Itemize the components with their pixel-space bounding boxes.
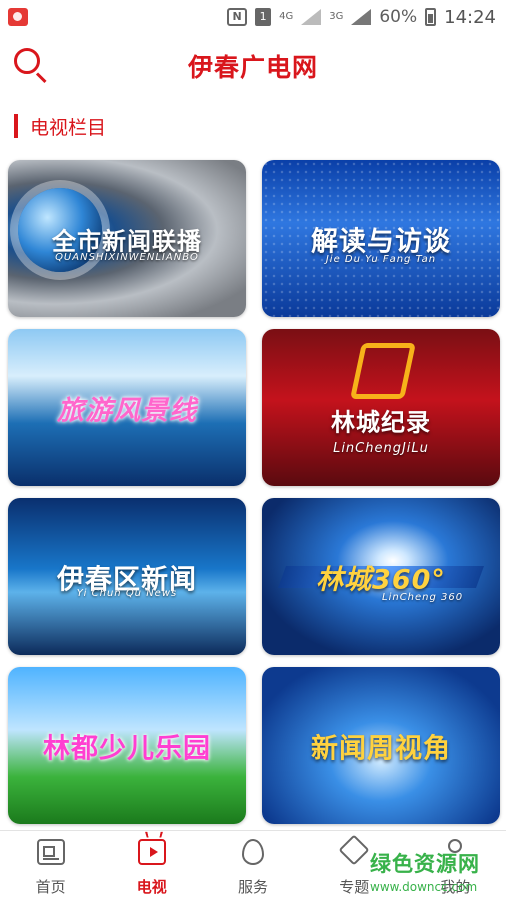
nav-home[interactable]: 首页 <box>0 831 101 900</box>
tv-icon <box>137 839 166 865</box>
home-icon <box>36 839 65 865</box>
page-title: 伊春广电网 <box>187 53 318 82</box>
program-subtitle: QUANSHIXINWENLIANBO <box>55 252 199 263</box>
battery-icon <box>425 8 437 26</box>
watermark: 绿色资源网 www.downcc.com <box>370 848 500 898</box>
status-bar: N 1 4G 3G 60% 14:24 <box>0 0 506 34</box>
program-title: 全市新闻联播 <box>52 227 202 255</box>
signal-icon-1 <box>301 9 322 25</box>
clock: 14:24 <box>444 6 496 28</box>
program-title: 林城360° <box>316 564 446 595</box>
program-card-xinwen-zhou-shijiao[interactable]: 新闻周视角 <box>262 667 500 824</box>
nav-service[interactable]: 服务 <box>202 831 303 900</box>
section-heading: 电视栏目 <box>14 112 106 140</box>
tag-icon <box>338 834 370 866</box>
nav-tv[interactable]: 电视 <box>101 831 202 900</box>
fire-icon <box>242 839 264 865</box>
program-card-lincheng-360[interactable]: 林城360° LinCheng 360 <box>262 498 500 655</box>
nav-label: 服务 <box>238 878 269 896</box>
watermark-title: 绿色资源网 <box>370 852 480 876</box>
program-subtitle: Yi Chun Qu News <box>76 588 178 599</box>
status-icons: N 1 4G 3G 60% 14:24 <box>227 6 496 28</box>
nfc-icon: N <box>227 8 248 26</box>
program-title: 林都少儿乐园 <box>43 733 211 764</box>
battery-percent: 60% <box>379 7 418 27</box>
signal-icon-2 <box>351 9 372 25</box>
section-accent-bar <box>14 114 18 138</box>
program-card-yichun-qu-xinwen[interactable]: 伊春区新闻 Yi Chun Qu News <box>8 498 246 655</box>
app-header: 伊春广电网 <box>0 34 506 98</box>
program-card-jiedu-fangtan[interactable]: 解读与访谈 Jie Du Yu Fang Tan <box>262 160 500 317</box>
program-title: 新闻周视角 <box>311 733 451 764</box>
program-title: 林城纪录 <box>331 408 431 437</box>
sim-icon: 1 <box>255 8 272 26</box>
app-notification-icon <box>8 8 28 26</box>
lc-logo-graphic <box>350 343 416 399</box>
program-title: 解读与访谈 <box>311 226 451 257</box>
watermark-url: www.downcc.com <box>370 880 478 894</box>
program-title: 旅游风景线 <box>57 395 197 426</box>
nav-label: 电视 <box>136 878 167 896</box>
program-card-quanshi-xinwen[interactable]: 全市新闻联播 QUANSHIXINWENLIANBO <box>8 160 246 317</box>
program-card-lvyou-fengjing[interactable]: 旅游风景线 <box>8 329 246 486</box>
program-subtitle: Jie Du Yu Fang Tan <box>325 254 437 265</box>
program-card-lindu-shaoer[interactable]: 林都少儿乐园 <box>8 667 246 824</box>
network-type-4g: 4G <box>279 11 294 22</box>
program-subtitle: LinCheng 360 <box>382 592 464 603</box>
section-title: 电视栏目 <box>30 116 107 139</box>
nav-label: 首页 <box>35 878 66 896</box>
network-type-3g: 3G <box>329 11 344 22</box>
program-card-lincheng-jilu[interactable]: 林城纪录 LinChengJiLu <box>262 329 500 486</box>
program-subtitle: LinChengJiLu <box>333 441 429 456</box>
